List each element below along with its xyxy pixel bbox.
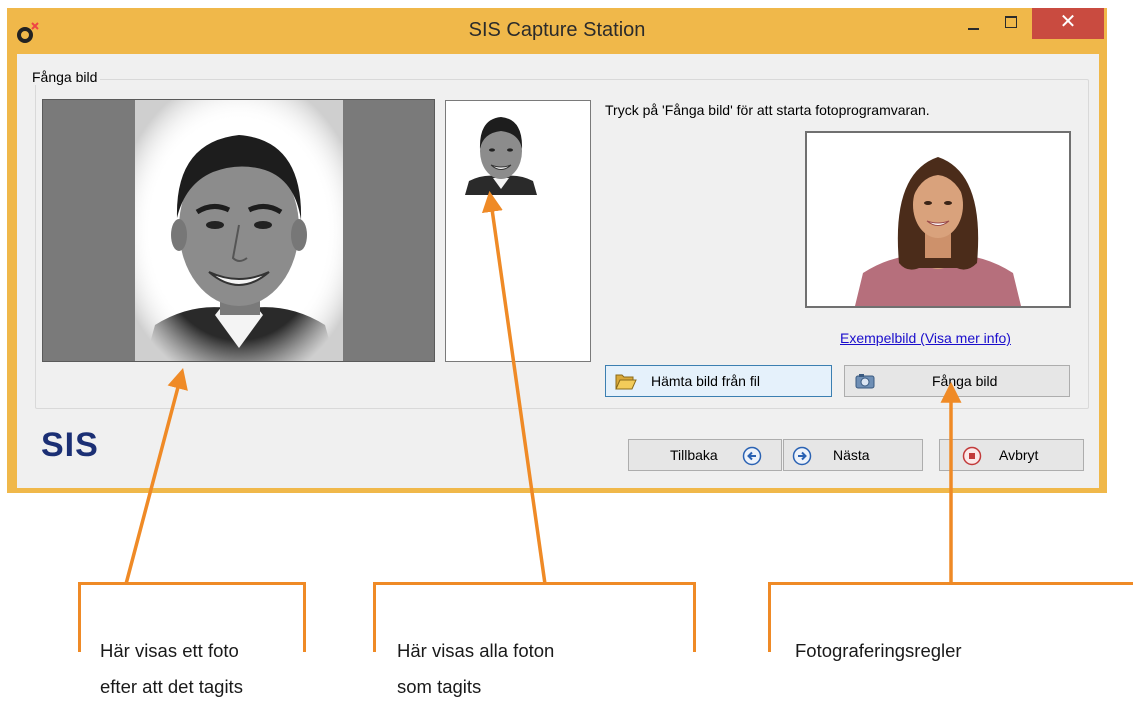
callout-arrows [124,190,962,585]
callout-arrow-all-photos [481,190,547,585]
callout-arrow-captured [124,367,188,585]
callout-captured-line2: efter att det tagits [100,676,243,697]
callout-all-photos-line2: som tagits [397,676,482,697]
